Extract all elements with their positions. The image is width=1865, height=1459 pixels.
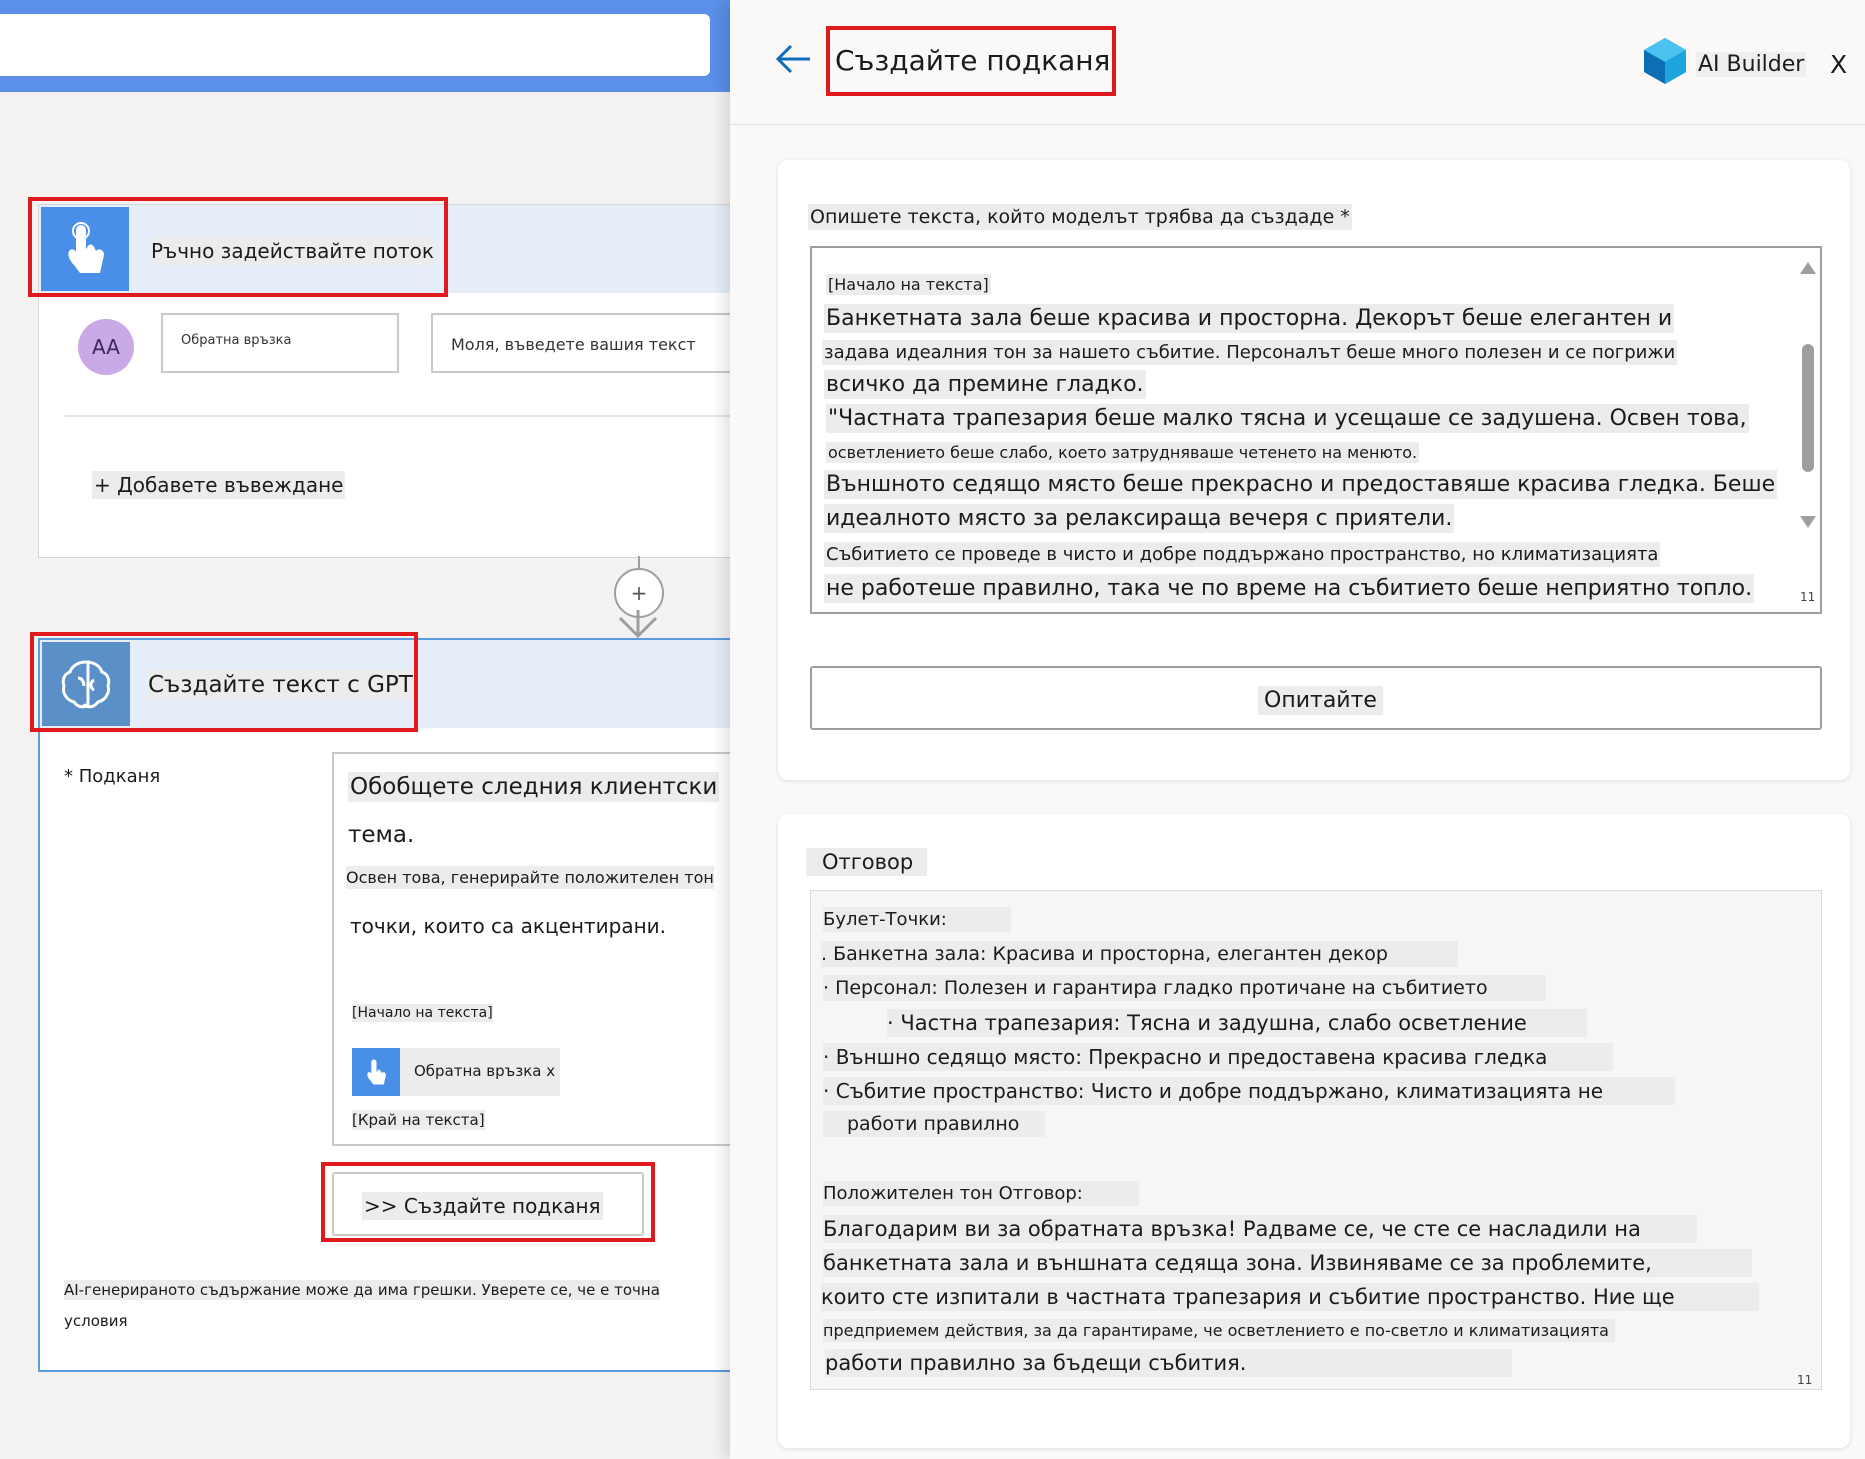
ai-disclaimer: AI-генерираното съдържание може да има г… <box>64 1280 660 1300</box>
touch-hand-icon <box>68 222 104 273</box>
flow-name-field[interactable] <box>0 14 710 76</box>
ai-builder-logo <box>1644 38 1686 84</box>
scroll-up-icon[interactable] <box>1800 262 1816 274</box>
add-input-button[interactable]: + Добавете въвеждане <box>92 471 346 499</box>
flow-designer-canvas: Ръчно задействайте поток AA Обратна връз… <box>0 0 730 1459</box>
arrow-down-icon <box>618 610 658 639</box>
brand-name: AI Builder <box>1696 52 1807 77</box>
response-line: · Събитие пространство: Чисто и добре по… <box>823 1077 1676 1105</box>
prompt-card: Опишете текста, който моделът трябва да … <box>778 160 1850 780</box>
scroll-down-icon[interactable] <box>1800 516 1816 528</box>
char-counter: 11 <box>1797 1373 1813 1387</box>
try-button[interactable]: Опитайте <box>810 666 1822 730</box>
prompt-text-line: Външното седящо място беше прекрасно и п… <box>824 470 1778 499</box>
response-line: предприемем действия, за да гарантираме,… <box>823 1319 1615 1342</box>
prompt-text-line: Събитието се проведе в чисто и добре под… <box>824 542 1661 567</box>
trigger-icon-tile <box>41 207 129 291</box>
prompt-text-line: [Начало на текста] <box>826 274 991 295</box>
response-line: работи правилно <box>823 1111 1046 1137</box>
response-card: Отговор Булет-Точки: . Банкетна зала: Кр… <box>778 814 1850 1448</box>
text-start-marker: [Начало на текста] <box>352 1004 493 1022</box>
prompt-line: точки, които са акцентирани. <box>350 914 667 938</box>
gpt-action-title: Създайте текст с GPT <box>148 670 413 700</box>
ai-disclaimer-continued: условия <box>64 1312 128 1330</box>
gpt-icon-tile <box>42 642 130 726</box>
response-line: Булет-Точки: <box>823 907 1011 932</box>
feedback-field-placeholder[interactable]: Моля, въведете вашия текст <box>431 313 730 373</box>
prompt-text-line: Банкетната зала беше красива и просторна… <box>824 304 1675 333</box>
response-line: · Частна трапезария: Тясна и задушна, сл… <box>887 1009 1587 1037</box>
panel-header: Създайте подканя AI Builder X <box>730 0 1865 125</box>
response-label: Отговор <box>806 848 928 876</box>
response-output: Булет-Точки: . Банкетна зала: Красива и … <box>810 890 1822 1390</box>
create-prompt-button[interactable]: >> Създайте подканя <box>332 1172 644 1236</box>
ai-brain-icon <box>61 660 111 709</box>
prompt-text-line: всичко да премине гладко. <box>824 370 1146 399</box>
char-counter: 11 <box>1800 590 1816 604</box>
prompt-text-line: не работеше правилно, така че по време н… <box>824 574 1755 603</box>
prompt-description-label: Опишете текста, който моделът трябва да … <box>808 204 1352 230</box>
prompt-text-line: задава идеалния тон за нашето събитие. П… <box>822 340 1678 365</box>
prompt-text-line: осветлението беше слабо, което затрудняв… <box>826 442 1420 463</box>
response-line: · Персонал: Полезен и гарантира гладко п… <box>823 975 1546 1001</box>
feedback-field-label[interactable]: Обратна връзка <box>161 313 399 373</box>
token-label: Обратна връзка x <box>414 1062 556 1080</box>
card-divider <box>65 415 730 417</box>
response-line: · Външно седящо място: Прекрасно и предо… <box>823 1043 1614 1071</box>
trigger-title: Ръчно задействайте поток <box>151 237 434 265</box>
close-button[interactable]: X <box>1830 50 1847 79</box>
touch-hand-icon <box>367 1059 386 1085</box>
scrollbar-thumb[interactable] <box>1802 344 1814 472</box>
prompt-textarea[interactable]: [Начало на текста] Банкетната зала беше … <box>810 246 1822 614</box>
trigger-card-header[interactable]: Ръчно задействайте поток <box>39 205 730 293</box>
prompt-line: тема. <box>348 822 415 848</box>
response-line: . Банкетна зала: Красива и просторна, ел… <box>821 941 1458 967</box>
gpt-action-card: Създайте текст с GPT * Подканя Обобщете … <box>38 638 730 1372</box>
token-icon-tile <box>352 1048 400 1096</box>
avatar: AA <box>78 319 134 375</box>
response-line: които сте изпитали в частната трапезария… <box>821 1283 1759 1311</box>
designer-top-bar <box>0 0 730 92</box>
response-line: банкетната зала и външната седяща зона. … <box>823 1249 1752 1277</box>
response-line: Благодарим ви за обратната връзка! Радва… <box>823 1215 1697 1243</box>
panel-title: Създайте подканя <box>835 44 1111 77</box>
prompt-line: Освен това, генерирайте положителен тон <box>346 866 714 889</box>
back-arrow-icon[interactable] <box>776 44 812 74</box>
create-prompt-panel: Създайте подканя AI Builder X Опишете те… <box>730 0 1865 1459</box>
prompt-editor[interactable]: Обобщете следния клиентски тема. Освен т… <box>332 752 730 1146</box>
response-line: работи правилно за бъдещи събития. <box>825 1349 1513 1377</box>
gpt-card-header[interactable]: Създайте текст с GPT <box>40 640 730 728</box>
prompt-field-label: * Подканя <box>64 766 161 787</box>
prompt-text-line: идеалното място за релаксираща вечеря с … <box>824 504 1455 533</box>
feedback-token[interactable]: Обратна връзка x <box>352 1048 560 1096</box>
scrollbar[interactable] <box>1798 262 1818 542</box>
trigger-card: Ръчно задействайте поток AA Обратна връз… <box>38 204 730 558</box>
prompt-text-line: "Частната трапезария беше малко тясна и … <box>826 404 1749 433</box>
text-end-marker: [Край на текста] <box>352 1110 485 1130</box>
prompt-line: Обобщете следния клиентски <box>348 772 720 802</box>
response-line: Положителен тон Отговор: <box>823 1181 1139 1206</box>
